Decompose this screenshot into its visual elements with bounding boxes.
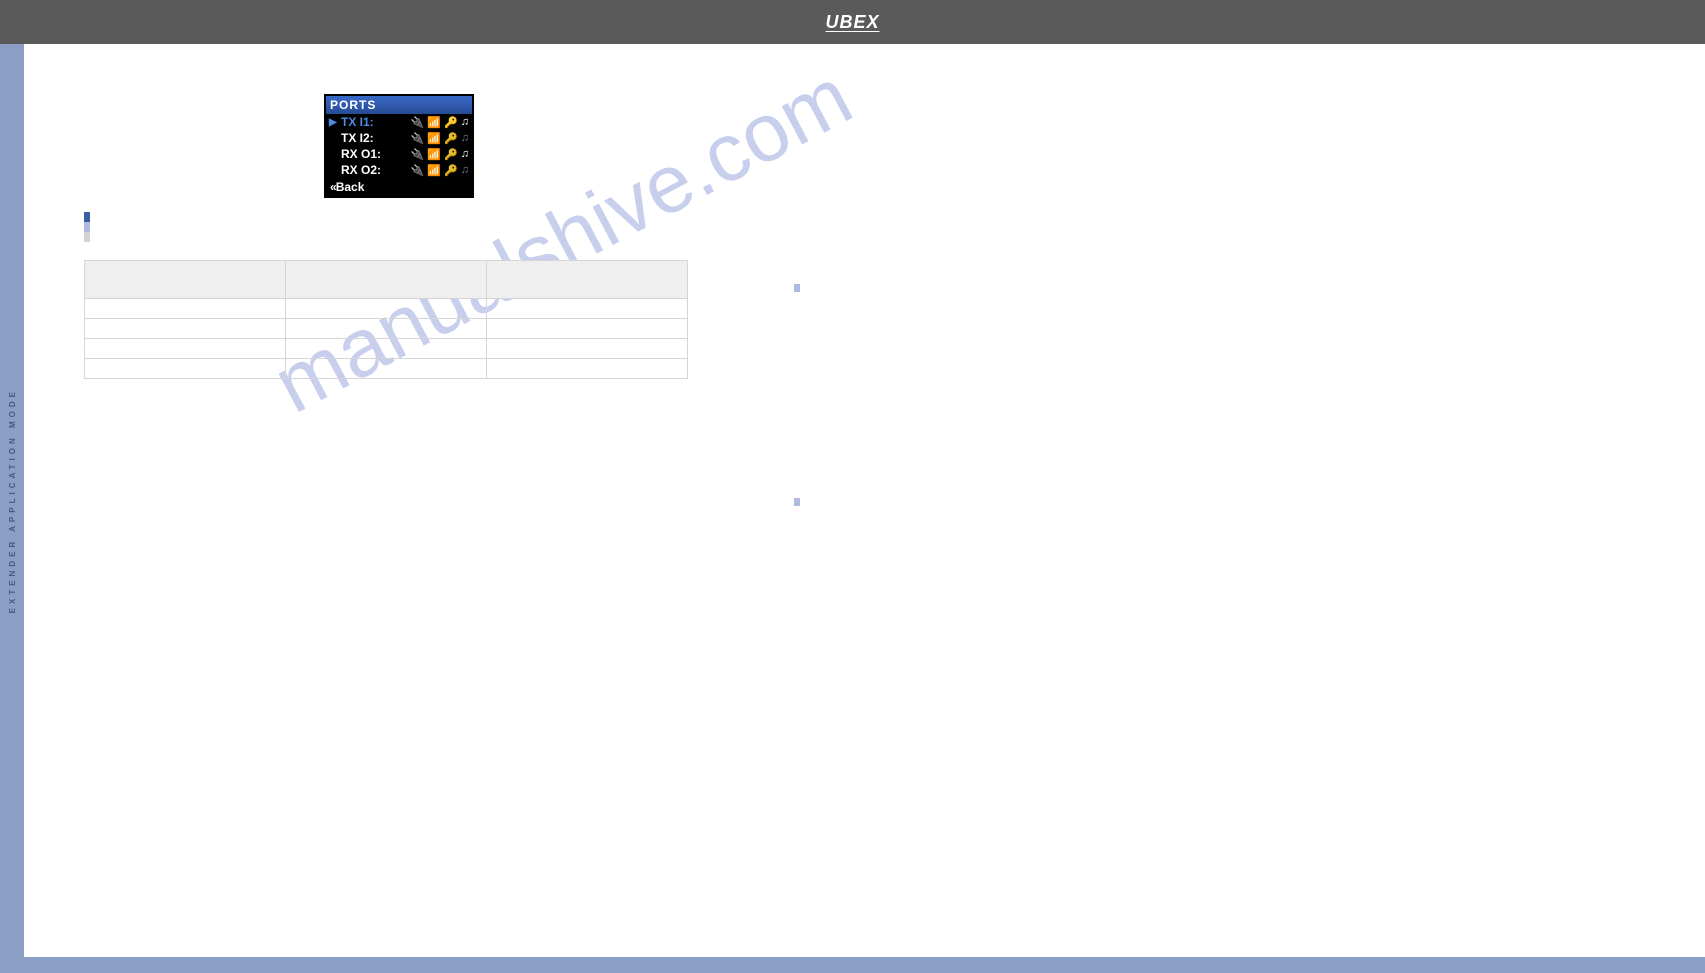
key-icon: 🔑 <box>444 148 458 161</box>
table-cell <box>286 319 487 339</box>
music-icon: ♫ <box>461 132 469 144</box>
table-cell <box>85 359 286 379</box>
left-rail: EXTENDER APPLICATION MODE <box>0 44 24 957</box>
ports-row[interactable]: ▶ TX I1: 🔌 📶 🔑 ♫ <box>326 114 472 130</box>
table-row <box>85 339 688 359</box>
music-icon: ♫ <box>461 116 469 128</box>
table-cell <box>85 339 286 359</box>
table-row <box>85 359 688 379</box>
plug-icon: 🔌 <box>411 132 425 145</box>
section-marker-left <box>84 212 714 252</box>
ports-back[interactable]: «Back <box>326 178 472 196</box>
signal-icon: 📶 <box>427 164 441 177</box>
right-column <box>794 94 1414 522</box>
table-header <box>487 261 688 299</box>
brand-logo: UBEX <box>825 12 879 33</box>
ports-row[interactable]: ▶ RX O1: 🔌 📶 🔑 ♫ <box>326 146 472 162</box>
table-cell <box>487 319 688 339</box>
key-icon: 🔑 <box>444 132 458 145</box>
table-cell <box>487 359 688 379</box>
ports-table <box>84 260 688 379</box>
port-label: TX I2: <box>341 131 383 145</box>
ports-row[interactable]: ▶ RX O2: 🔌 📶 🔑 ♫ <box>326 162 472 178</box>
plug-icon: 🔌 <box>411 148 425 161</box>
section-marker-r1 <box>794 284 1414 300</box>
chevron-right-icon: ▶ <box>329 117 337 128</box>
signal-icon: 📶 <box>427 148 441 161</box>
port-label: RX O1: <box>341 147 383 161</box>
music-icon: ♫ <box>461 164 469 176</box>
ports-row[interactable]: ▶ TX I2: 🔌 📶 🔑 ♫ <box>326 130 472 146</box>
port-label: RX O2: <box>341 163 383 177</box>
table-cell <box>487 299 688 319</box>
table-header <box>85 261 286 299</box>
table-cell <box>487 339 688 359</box>
table-header <box>286 261 487 299</box>
manual-page: manualshive.com PORTS ▶ TX I1: 🔌 📶 🔑 ♫ ▶… <box>24 44 1705 957</box>
bottom-bar <box>0 957 1705 973</box>
ports-title: PORTS <box>326 96 472 114</box>
table-cell <box>286 359 487 379</box>
table-row <box>85 299 688 319</box>
port-label: TX I1: <box>341 115 383 129</box>
signal-icon: 📶 <box>427 116 441 129</box>
top-bar: UBEX <box>0 0 1705 44</box>
table-cell <box>286 339 487 359</box>
table-cell <box>286 299 487 319</box>
table-row <box>85 319 688 339</box>
signal-icon: 📶 <box>427 132 441 145</box>
key-icon: 🔑 <box>444 164 458 177</box>
table-cell <box>85 299 286 319</box>
section-marker-r2 <box>794 498 1414 514</box>
rail-label: EXTENDER APPLICATION MODE <box>8 388 17 613</box>
key-icon: 🔑 <box>444 116 458 129</box>
table-cell <box>85 319 286 339</box>
plug-icon: 🔌 <box>411 164 425 177</box>
music-icon: ♫ <box>461 148 469 160</box>
plug-icon: 🔌 <box>411 116 425 129</box>
left-column: PORTS ▶ TX I1: 🔌 📶 🔑 ♫ ▶ TX I2: 🔌 📶 🔑 ♫ … <box>84 94 714 522</box>
ports-panel: PORTS ▶ TX I1: 🔌 📶 🔑 ♫ ▶ TX I2: 🔌 📶 🔑 ♫ … <box>324 94 474 198</box>
